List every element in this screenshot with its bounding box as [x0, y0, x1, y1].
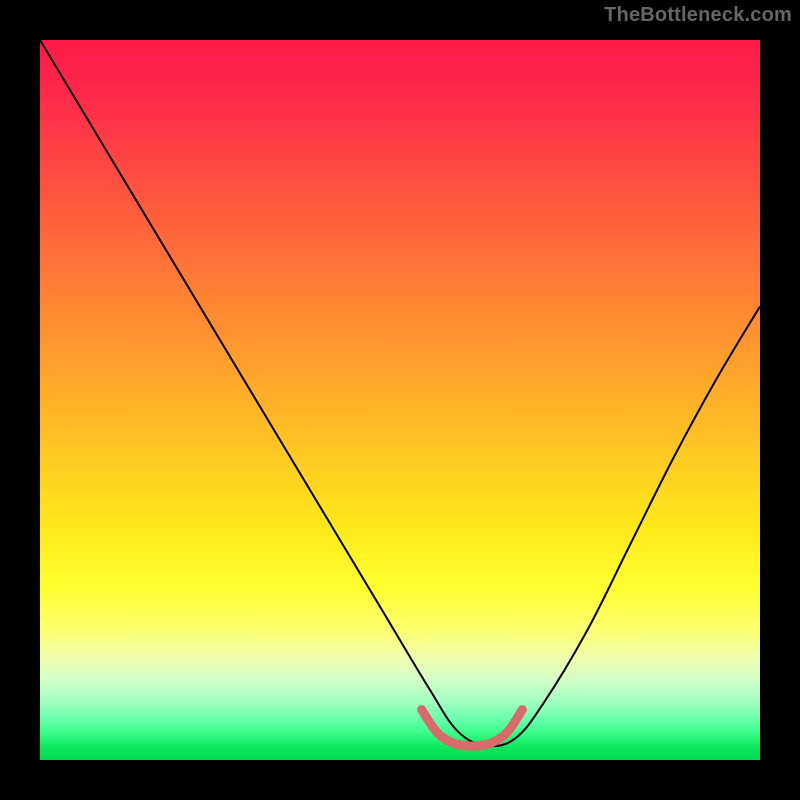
chart-svg [40, 40, 760, 760]
plot-area [40, 40, 760, 760]
optimal-marker [422, 710, 523, 746]
bottleneck-chart: TheBottleneck.com [0, 0, 800, 800]
bottleneck-curve [40, 40, 760, 746]
watermark: TheBottleneck.com [604, 4, 792, 27]
